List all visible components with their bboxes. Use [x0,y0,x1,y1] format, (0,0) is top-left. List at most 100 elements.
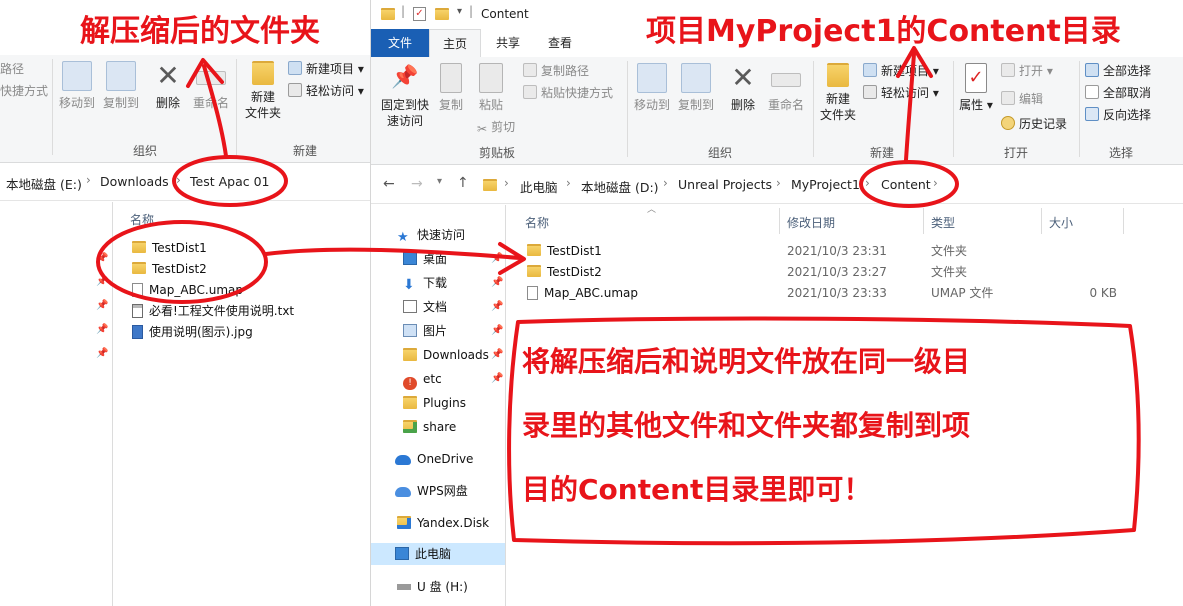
select-none-label: 全部取消 [1103,86,1152,100]
quick-access-dropdown-icon[interactable]: ▾ [457,6,462,17]
move-to-button[interactable]: 移动到 [629,63,675,113]
file-row[interactable]: 使用说明(图示).jpg [132,322,253,342]
copy-path-partial[interactable]: 路径 [0,61,24,77]
easy-access-button[interactable]: 轻松访问 ▾ [288,83,364,99]
copy-to-button[interactable]: 复制到 [98,61,144,111]
paste-label: 粘贴 [478,98,503,112]
breadcrumb-this-pc[interactable]: 此电脑 [520,177,558,196]
yandex-disk-icon [397,516,411,529]
column-header-name[interactable]: 名称 [525,214,549,231]
column-divider[interactable] [923,208,924,234]
delete-button[interactable]: ✕ 删除 [148,61,188,111]
copy-button[interactable]: 复制 [433,63,469,113]
column-header-size[interactable]: 大小 [1049,214,1073,231]
tab-share[interactable]: 共享 [483,29,533,57]
copy-path-label: 复制路径 [541,64,590,78]
easy-access-button[interactable]: 轻松访问 ▾ [863,85,939,101]
breadcrumb-drive-d[interactable]: 本地磁盘 (D:) [581,177,659,196]
up-arrow-icon[interactable]: ↑ [457,175,469,191]
column-divider[interactable] [1041,208,1042,234]
breadcrumb-downloads[interactable]: Downloads [100,174,169,189]
breadcrumb-myproject1[interactable]: MyProject1 [791,177,860,192]
tab-file[interactable]: 文件 [371,29,429,57]
open-button[interactable]: 打开 ▾ [1001,63,1053,79]
properties-quick-icon[interactable]: ✓ [413,7,426,21]
back-arrow-icon[interactable]: ← [383,176,395,192]
group-organize-label: 组织 [132,144,157,158]
invert-selection-icon [1085,107,1099,121]
nav-item-share[interactable]: share [403,416,456,438]
image-file-icon [132,325,143,339]
left-address-bar[interactable]: 本地磁盘 (E:) › Downloads › Test Apac 01 [0,163,370,201]
nav-item-etc[interactable]: ! etc [403,368,442,390]
nav-item-downloads[interactable]: ⬇ 下载 [403,272,447,294]
nav-item-plugins[interactable]: Plugins [403,392,466,414]
recent-dropdown-icon[interactable]: ▾ [437,176,442,187]
nav-item-documents[interactable]: 文档 [403,296,447,318]
file-row[interactable]: 必看!工程文件使用说明.txt [132,301,294,321]
column-divider[interactable] [779,208,780,234]
column-header-name[interactable]: 名称 [130,211,154,228]
paste-button[interactable]: 粘贴 [471,63,511,113]
nav-item-this-pc[interactable]: 此电脑 [371,543,505,565]
paste-shortcut-button[interactable]: 粘贴快捷方式 [523,85,613,101]
new-item-button[interactable]: 新建项目 ▾ [288,61,364,77]
nav-item-quick-access[interactable]: ★ 快速访问 [397,224,465,246]
nav-item-usb-drive[interactable]: U 盘 (H:) [397,576,468,598]
edit-button[interactable]: 编辑 [1001,91,1043,107]
breadcrumb-content[interactable]: Content [881,177,931,192]
properties-button[interactable]: ✓ 属性 ▾ [955,63,997,113]
ribbon-divider [52,59,53,155]
new-item-label: 新建项目 [306,62,355,76]
right-explorer-window: | ✓ ▾ | Content 文件 主页 共享 查看 📌 固定到快 速访问 复… [370,0,1183,606]
breadcrumb-separator: › [86,173,91,187]
new-folder-button[interactable]: 新建 文件夹 [240,61,286,121]
move-to-button[interactable]: 移动到 [54,61,100,111]
column-header-date[interactable]: 修改日期 [787,214,835,231]
table-row[interactable]: TestDist2 [527,262,602,282]
rename-button[interactable]: 重命名 [188,61,234,111]
pin-label: 固定到快 速访问 [380,98,429,128]
cut-button[interactable]: ✂ 剪切 [477,119,515,136]
file-row[interactable]: TestDist1 [132,238,207,258]
nav-item-desktop[interactable]: 桌面 [403,248,447,270]
new-item-button[interactable]: 新建项目 ▾ [863,63,939,79]
column-divider[interactable] [1123,208,1124,234]
tab-view[interactable]: 查看 [535,29,585,57]
desktop-icon [403,252,417,265]
select-all-label: 全部选择 [1103,64,1152,78]
select-all-button[interactable]: 全部选择 [1085,63,1151,79]
nav-item-downloads-folder[interactable]: Downloads [403,344,489,366]
new-folder-quick-icon[interactable] [435,8,449,20]
forward-arrow-icon[interactable]: → [411,176,423,192]
copy-path-button[interactable]: 复制路径 [523,63,589,79]
table-row[interactable]: TestDist1 [527,241,602,261]
move-to-icon [637,63,667,93]
column-header-type[interactable]: 类型 [931,214,955,231]
new-folder-button[interactable]: 新建 文件夹 [815,63,861,123]
pin-quick-access-button[interactable]: 📌 固定到快 速访问 [375,63,435,129]
delete-button[interactable]: ✕ 删除 [723,63,763,113]
file-row[interactable]: Map_ABC.umap [132,280,243,300]
breadcrumb-drive-e[interactable]: 本地磁盘 (E:) [6,174,82,193]
copy-to-button[interactable]: 复制到 [673,63,719,113]
nav-item-yandex-disk[interactable]: Yandex.Disk [397,512,489,534]
history-button[interactable]: 历史记录 [1001,116,1067,132]
file-row[interactable]: TestDist2 [132,259,207,279]
left-explorer-window: 路径 快捷方式 移动到 复制到 ✕ 删除 重命名 新建 文件夹 新建项目 ▾ 轻… [0,0,370,606]
select-none-button[interactable]: 全部取消 [1085,85,1151,101]
nav-item-pictures[interactable]: 图片 [403,320,447,342]
paste-shortcut-partial[interactable]: 快捷方式 [0,83,48,99]
tab-home[interactable]: 主页 [429,29,481,57]
breadcrumb-test-apac[interactable]: Test Apac 01 [190,174,270,189]
invert-selection-button[interactable]: 反向选择 [1085,107,1151,123]
rename-button[interactable]: 重命名 [763,63,809,113]
right-address-bar[interactable]: ← → ▾ ↑ › 此电脑 › 本地磁盘 (D:) › Unreal Proje… [371,166,1183,204]
nav-item-wps-cloud[interactable]: WPS网盘 [395,480,468,502]
file-name: Map_ABC.umap [149,283,244,297]
breadcrumb-unreal-projects[interactable]: Unreal Projects [678,177,772,192]
group-open-label: 打开 [1003,146,1028,160]
table-row[interactable]: Map_ABC.umap [527,283,638,303]
file-type: 文件夹 [931,244,968,258]
nav-item-onedrive[interactable]: OneDrive [395,448,473,470]
